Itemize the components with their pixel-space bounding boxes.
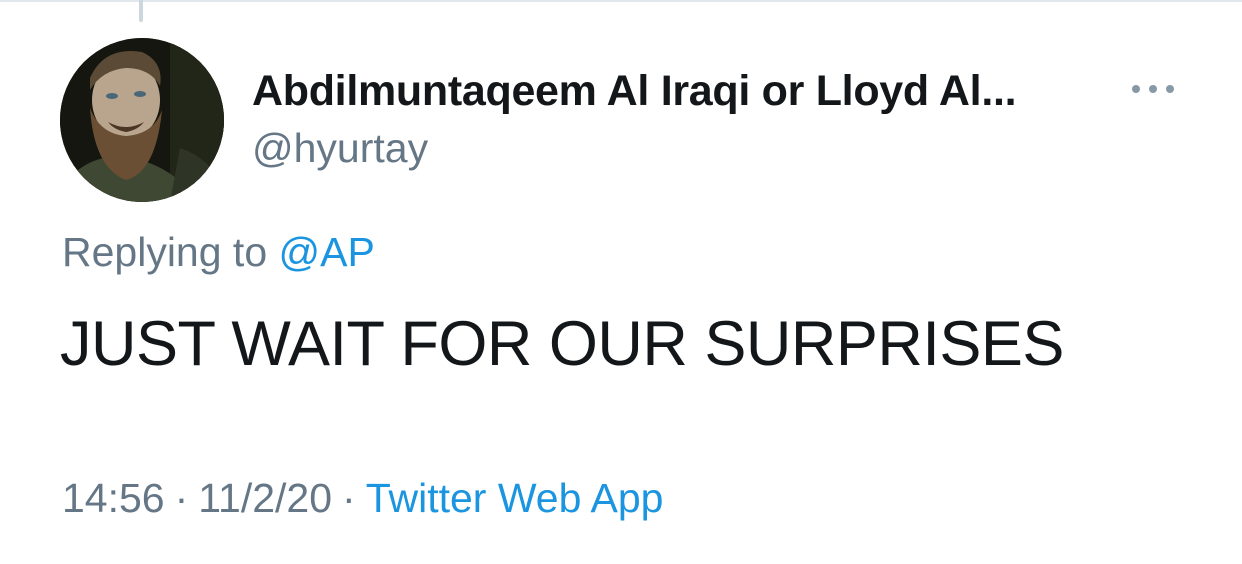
thread-connector-line — [139, 0, 143, 22]
top-divider — [0, 0, 1242, 2]
tweet-date[interactable]: 11/2/20 — [198, 475, 332, 521]
replying-to-link[interactable]: @AP — [279, 229, 375, 275]
more-horizontal-icon — [1132, 85, 1174, 93]
meta-separator: · — [174, 475, 189, 521]
more-options-button[interactable] — [1126, 74, 1180, 104]
tweet-text: JUST WAIT FOR OUR SURPRISES — [60, 309, 1064, 379]
replying-to: Replying to @AP — [62, 229, 375, 276]
tweet-metadata: 14:56 · 11/2/20 · Twitter Web App — [62, 475, 663, 522]
meta-separator: · — [342, 475, 356, 521]
avatar-photo — [60, 38, 224, 202]
replying-to-label: Replying to — [62, 229, 268, 275]
display-name[interactable]: Abdilmuntaqeem Al Iraqi or Lloyd Al... — [252, 67, 1017, 116]
avatar[interactable] — [60, 38, 224, 202]
tweet-time[interactable]: 14:56 — [62, 475, 165, 521]
username[interactable]: @hyurtay — [252, 125, 428, 172]
tweet-source-link[interactable]: Twitter Web App — [366, 475, 664, 521]
